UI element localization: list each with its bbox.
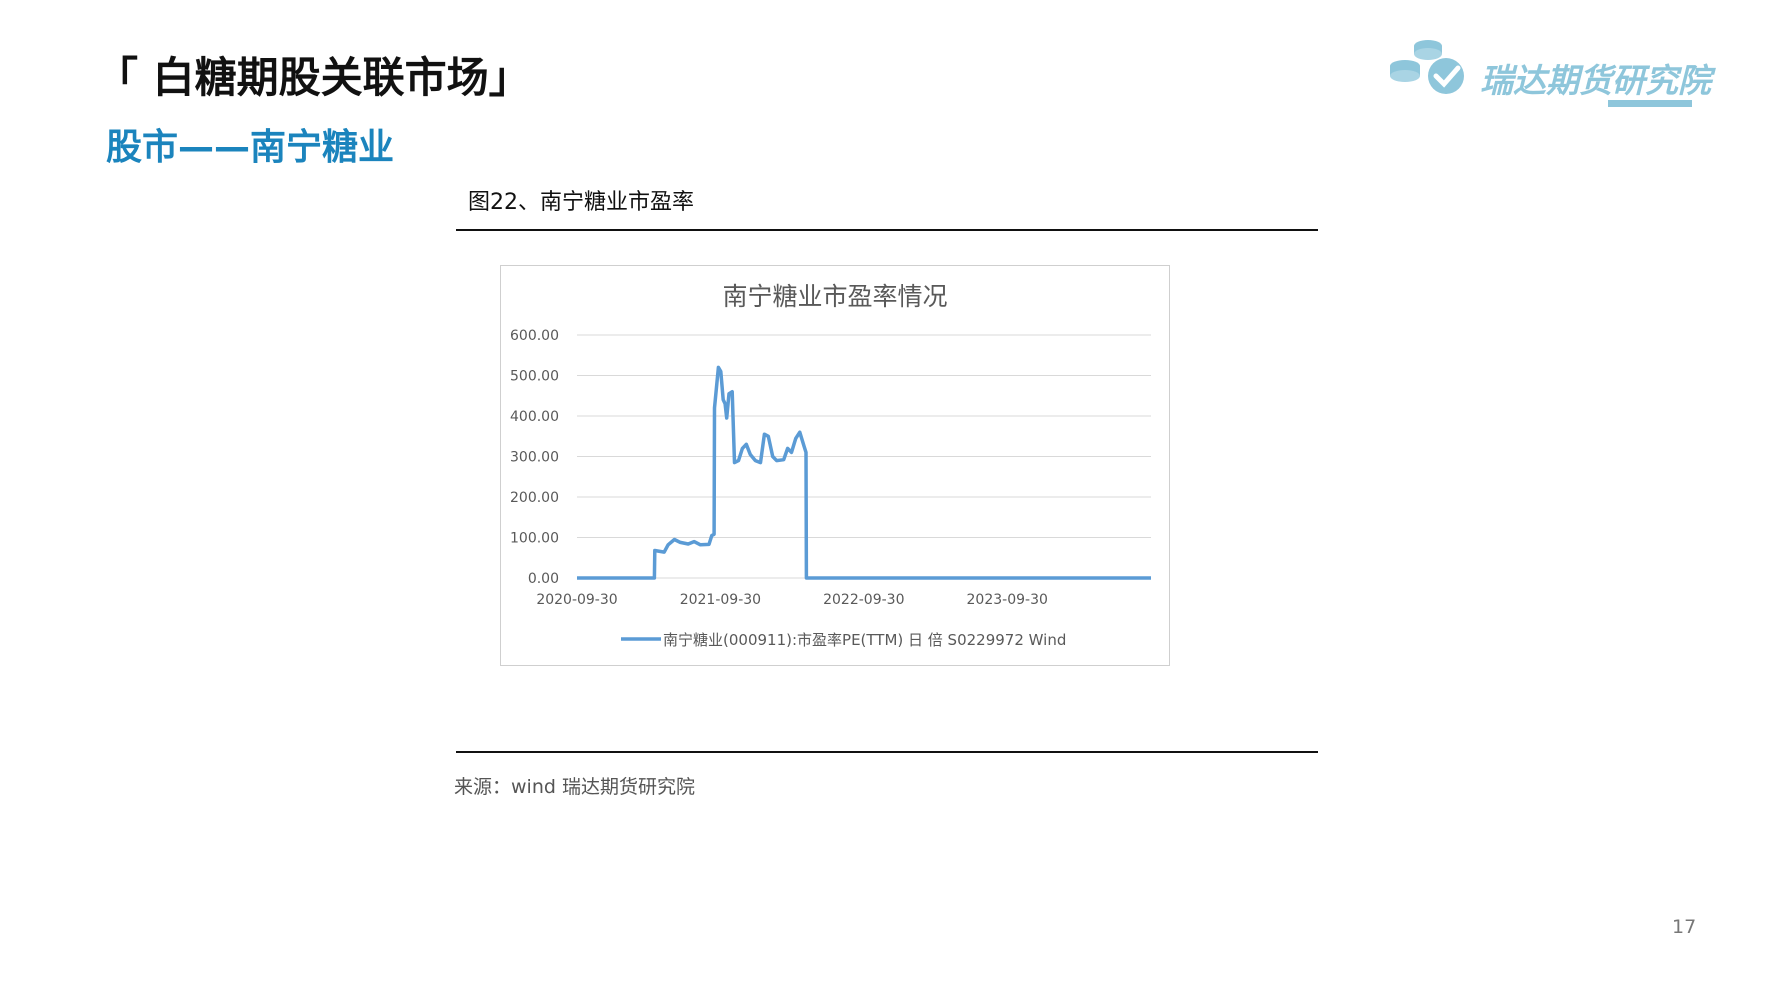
series-line	[577, 365, 1151, 580]
chart-title: 南宁糖业市盈率情况	[722, 282, 947, 311]
x-tick-label: 2020-09-30	[536, 592, 617, 608]
figure-caption: 图22、南宁糖业市盈率	[468, 190, 694, 215]
y-tick-label: 600.00	[510, 328, 559, 344]
page-title: 「 白糖期股关联市场」	[96, 53, 531, 102]
logo-underline	[1608, 100, 1692, 107]
chart-container: 南宁糖业市盈率情况 0.00 100.00 200.00 300.00 400.00 50…	[500, 265, 1170, 666]
x-tick-label: 2022-09-30	[823, 592, 904, 608]
section-subtitle: 股市——南宁糖业	[106, 127, 395, 168]
y-tick-label: 500.00	[510, 369, 559, 385]
source-note: 来源：wind 瑞达期货研究院	[454, 776, 695, 798]
y-tick-label: 0.00	[528, 571, 559, 587]
source-divider	[456, 751, 1318, 753]
x-tick-label: 2023-09-30	[967, 592, 1048, 608]
y-tick-label: 300.00	[510, 450, 559, 466]
y-tick-label: 400.00	[510, 409, 559, 425]
y-tick-label: 200.00	[510, 490, 559, 506]
legend-label: 南宁糖业(000911):市盈率PE(TTM) 日 倍 S0229972 Win…	[663, 631, 1066, 649]
logo-text: 瑞达期货研究院	[1480, 61, 1711, 100]
brand-logo: 瑞达期货研究院	[1388, 34, 1711, 114]
coins-icon	[1390, 40, 1464, 94]
page-number: 17	[1672, 916, 1697, 938]
x-tick-label: 2021-09-30	[680, 592, 761, 608]
caption-divider	[456, 229, 1318, 231]
y-tick-label: 100.00	[510, 531, 559, 547]
pe-ratio-chart: 南宁糖业市盈率情况 0.00 100.00 200.00 300.00 400.00 50…	[510, 282, 1151, 649]
